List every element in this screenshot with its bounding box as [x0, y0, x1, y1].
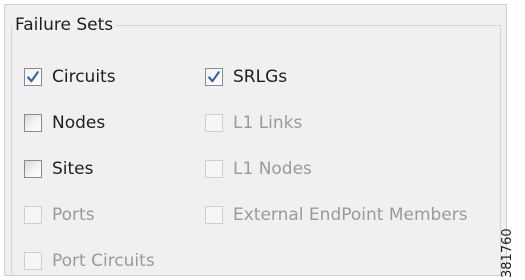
srlgs-checkbox[interactable]: SRLGs	[205, 65, 287, 89]
ports-label: Ports	[52, 205, 95, 225]
failure-sets-group-box	[11, 25, 501, 275]
figure-number: 381760	[500, 228, 515, 278]
checkbox-box	[24, 160, 42, 178]
checkbox-box	[24, 114, 42, 132]
ports-checkbox[interactable]: Ports	[24, 203, 95, 227]
l1-links-checkbox[interactable]: L1 Links	[205, 111, 302, 135]
external-endpoint-members-checkbox[interactable]: External EndPoint Members	[205, 203, 468, 227]
sites-label: Sites	[52, 159, 94, 179]
port-circuits-checkbox[interactable]: Port Circuits	[24, 249, 155, 273]
checkbox-box	[205, 206, 223, 224]
checkmark-icon	[208, 71, 220, 83]
nodes-label: Nodes	[52, 113, 106, 133]
l1-nodes-checkbox[interactable]: L1 Nodes	[205, 157, 312, 181]
srlgs-label: SRLGs	[233, 67, 288, 87]
nodes-checkbox[interactable]: Nodes	[24, 111, 105, 135]
circuits-checkbox[interactable]: Circuits	[24, 65, 116, 89]
checkbox-box	[205, 114, 223, 132]
checkmark-icon	[27, 71, 39, 83]
checkbox-box	[24, 206, 42, 224]
failure-sets-title: Failure Sets	[12, 14, 117, 36]
checkbox-box	[205, 68, 223, 86]
sites-checkbox[interactable]: Sites	[24, 157, 94, 181]
circuits-label: Circuits	[52, 67, 116, 87]
failure-sets-panel: Failure Sets Circuits SRLGs Nodes L1 Lin…	[4, 4, 507, 276]
external-endpoint-members-label: External EndPoint Members	[233, 205, 468, 225]
checkbox-box	[24, 252, 42, 270]
l1-nodes-label: L1 Nodes	[233, 159, 312, 179]
l1-links-label: L1 Links	[233, 113, 303, 133]
checkbox-box	[205, 160, 223, 178]
port-circuits-label: Port Circuits	[52, 251, 155, 271]
checkbox-box	[24, 68, 42, 86]
